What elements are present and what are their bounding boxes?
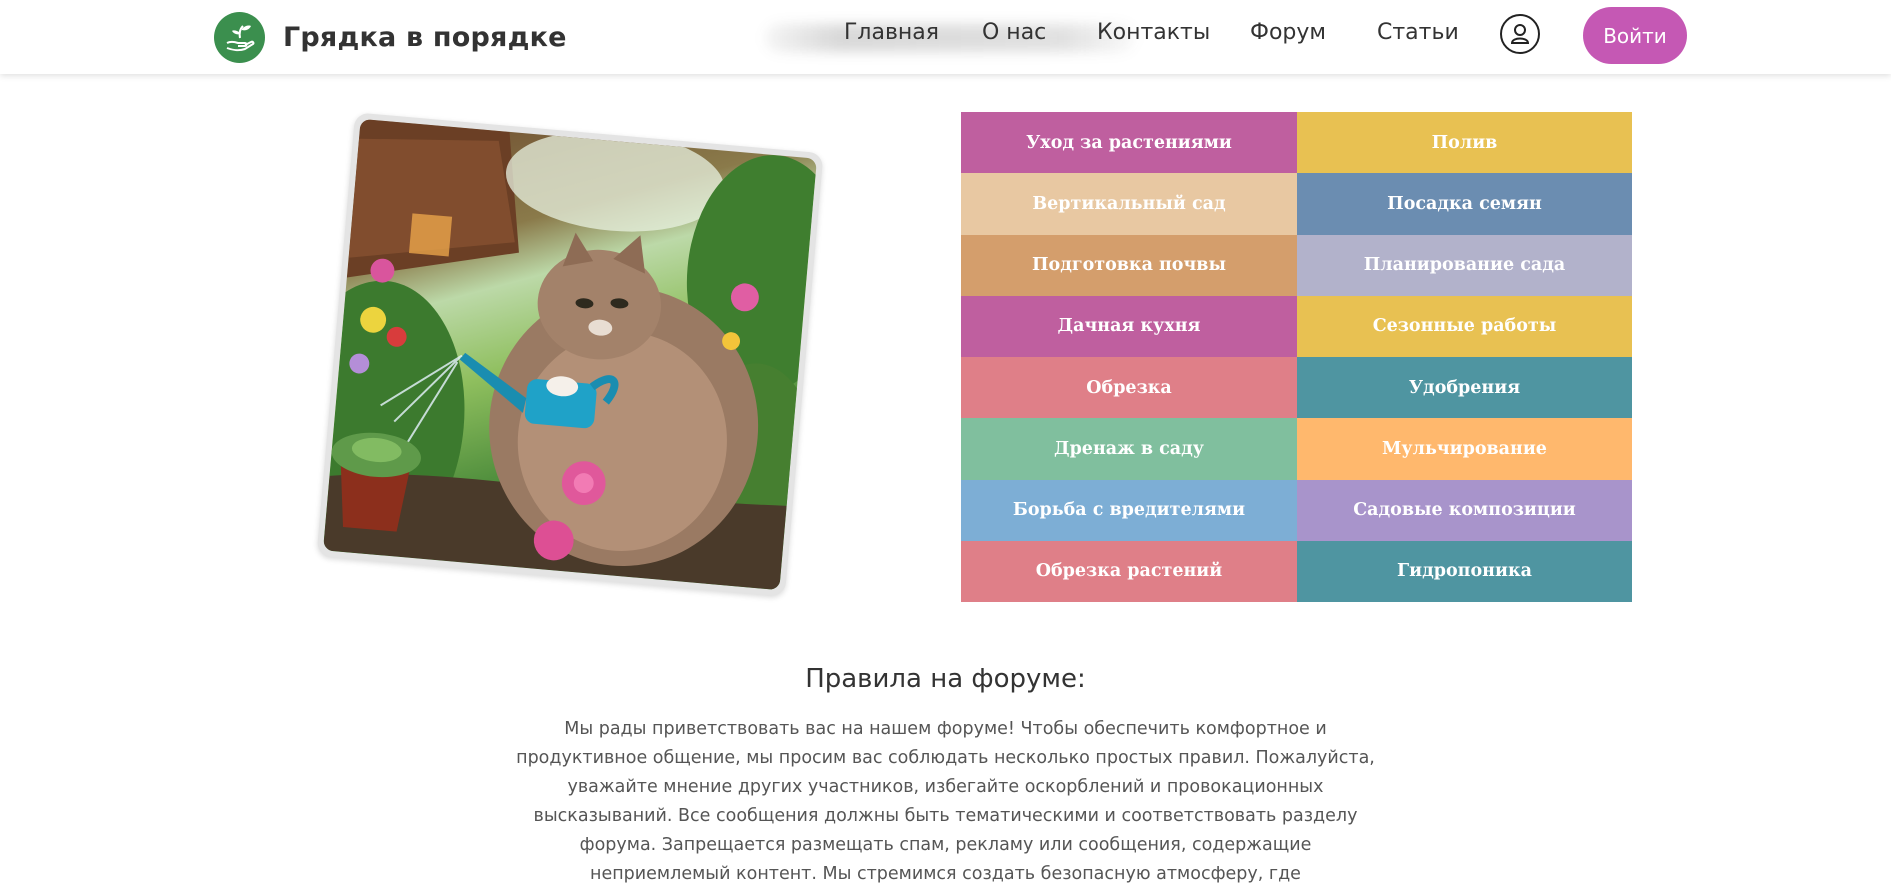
category-tile[interactable]: Дачная кухня (961, 295, 1297, 357)
login-button[interactable]: Войти (1583, 7, 1687, 64)
rules-title: Правила на форуме: (805, 664, 1086, 694)
category-tile[interactable]: Сезонные работы (1297, 295, 1632, 357)
category-tile[interactable]: Обрезка растений (961, 540, 1297, 602)
category-tile[interactable]: Уход за растениями (961, 112, 1297, 174)
category-grid: Уход за растениями Полив Вертикальный сад П… (961, 112, 1632, 602)
plant-in-hand-icon (214, 12, 265, 63)
category-tile[interactable]: Обрезка (961, 357, 1297, 419)
nav-item-about[interactable]: О нас (982, 20, 1046, 45)
category-tile[interactable]: Посадка семян (1297, 173, 1632, 235)
site-title: Грядка в порядке (283, 22, 567, 53)
category-tile[interactable]: Планирование сада (1297, 234, 1632, 296)
category-tile[interactable]: Мульчирование (1297, 418, 1632, 480)
category-tile[interactable]: Дренаж в саду (961, 418, 1297, 480)
nav-item-contacts[interactable]: Контакты (1097, 20, 1210, 45)
category-tile[interactable]: Вертикальный сад (961, 173, 1297, 235)
nav-item-home[interactable]: Главная (844, 20, 939, 45)
logo-link[interactable]: Грядка в порядке (214, 12, 567, 63)
site-header: Грядка в порядке Главная О нас Контакты … (0, 0, 1891, 74)
nav-item-articles[interactable]: Статьи (1377, 20, 1459, 45)
category-tile[interactable]: Борьба с вредителями (961, 479, 1297, 541)
hero-image-frame (316, 112, 824, 597)
user-icon[interactable] (1500, 14, 1540, 54)
cat-watering-flowers-photo (323, 118, 817, 591)
category-tile[interactable]: Гидропоника (1297, 540, 1632, 602)
category-tile[interactable]: Удобрения (1297, 357, 1632, 419)
category-tile[interactable]: Садовые композиции (1297, 479, 1632, 541)
nav-item-forum[interactable]: Форум (1250, 20, 1326, 45)
category-tile[interactable]: Подготовка почвы (961, 234, 1297, 296)
category-tile[interactable]: Полив (1297, 112, 1632, 174)
rules-text: Мы рады приветствовать вас на нашем фору… (516, 719, 1375, 884)
blurred-region (765, 24, 1135, 52)
